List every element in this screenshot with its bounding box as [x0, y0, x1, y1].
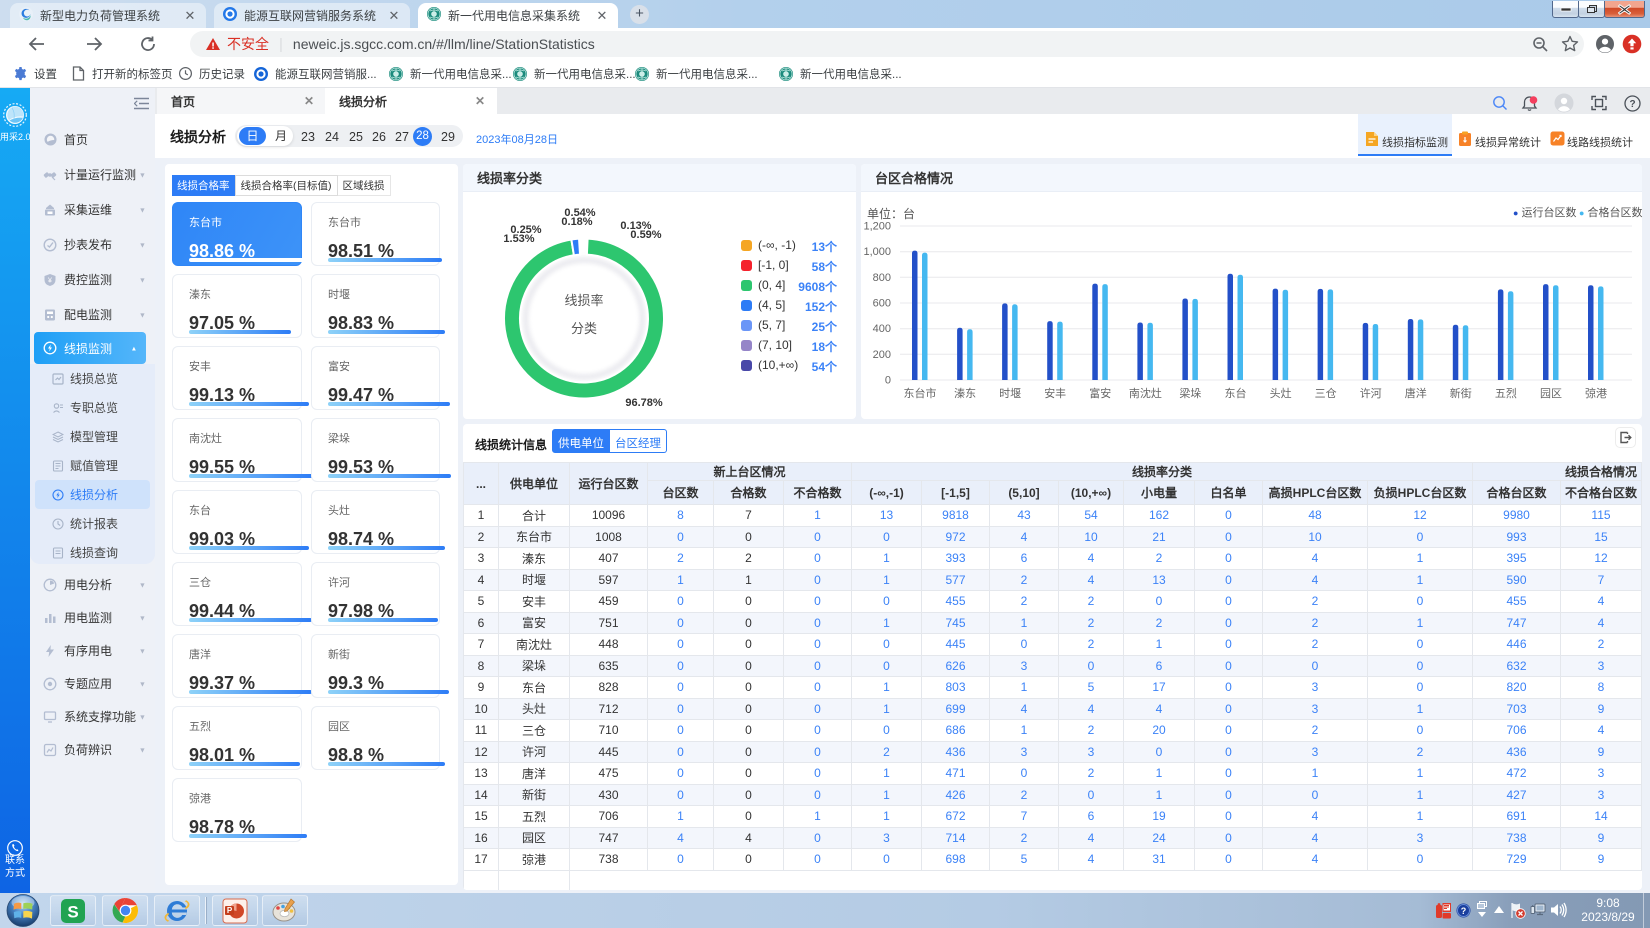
- svg-text:梁垛: 梁垛: [1179, 386, 1201, 400]
- svg-text:200: 200: [873, 349, 891, 361]
- svg-text:南沈灶: 南沈灶: [1129, 386, 1162, 400]
- svg-text:S: S: [67, 902, 78, 921]
- svg-text:时堰: 时堰: [999, 387, 1021, 400]
- svg-text:许河: 许河: [1360, 387, 1382, 400]
- svg-text:¥: ¥: [48, 277, 52, 284]
- svg-text:东台市: 东台市: [904, 386, 937, 400]
- svg-text:0.18%: 0.18%: [561, 216, 592, 228]
- svg-text:800: 800: [873, 272, 891, 284]
- svg-text:线损率: 线损率: [564, 293, 603, 308]
- svg-text:400: 400: [873, 323, 891, 335]
- svg-text:分类: 分类: [571, 321, 597, 336]
- svg-text:96.78%: 96.78%: [625, 397, 663, 409]
- svg-text:1,000: 1,000: [863, 246, 891, 258]
- svg-text:富安: 富安: [1089, 386, 1111, 400]
- svg-text:1,200: 1,200: [863, 221, 891, 233]
- svg-text:园区: 园区: [1540, 387, 1562, 400]
- svg-text:0.59%: 0.59%: [630, 229, 661, 241]
- svg-text:P: P: [227, 906, 233, 915]
- svg-text:0: 0: [885, 375, 891, 387]
- svg-text:?: ?: [1461, 906, 1467, 916]
- svg-text:东台: 东台: [1225, 386, 1247, 400]
- svg-text:溱东: 溱东: [954, 386, 976, 400]
- svg-text:弶港: 弶港: [1585, 386, 1607, 400]
- svg-text:安丰: 安丰: [1044, 386, 1066, 400]
- svg-text:?: ?: [1629, 99, 1635, 110]
- svg-text:五烈: 五烈: [1495, 386, 1517, 400]
- svg-text:头灶: 头灶: [1270, 387, 1292, 400]
- svg-text:600: 600: [873, 298, 891, 310]
- svg-text:1.53%: 1.53%: [503, 233, 534, 245]
- svg-text:唐洋: 唐洋: [1405, 386, 1427, 400]
- svg-text:新街: 新街: [1450, 386, 1472, 400]
- svg-text:三仓: 三仓: [1315, 386, 1337, 400]
